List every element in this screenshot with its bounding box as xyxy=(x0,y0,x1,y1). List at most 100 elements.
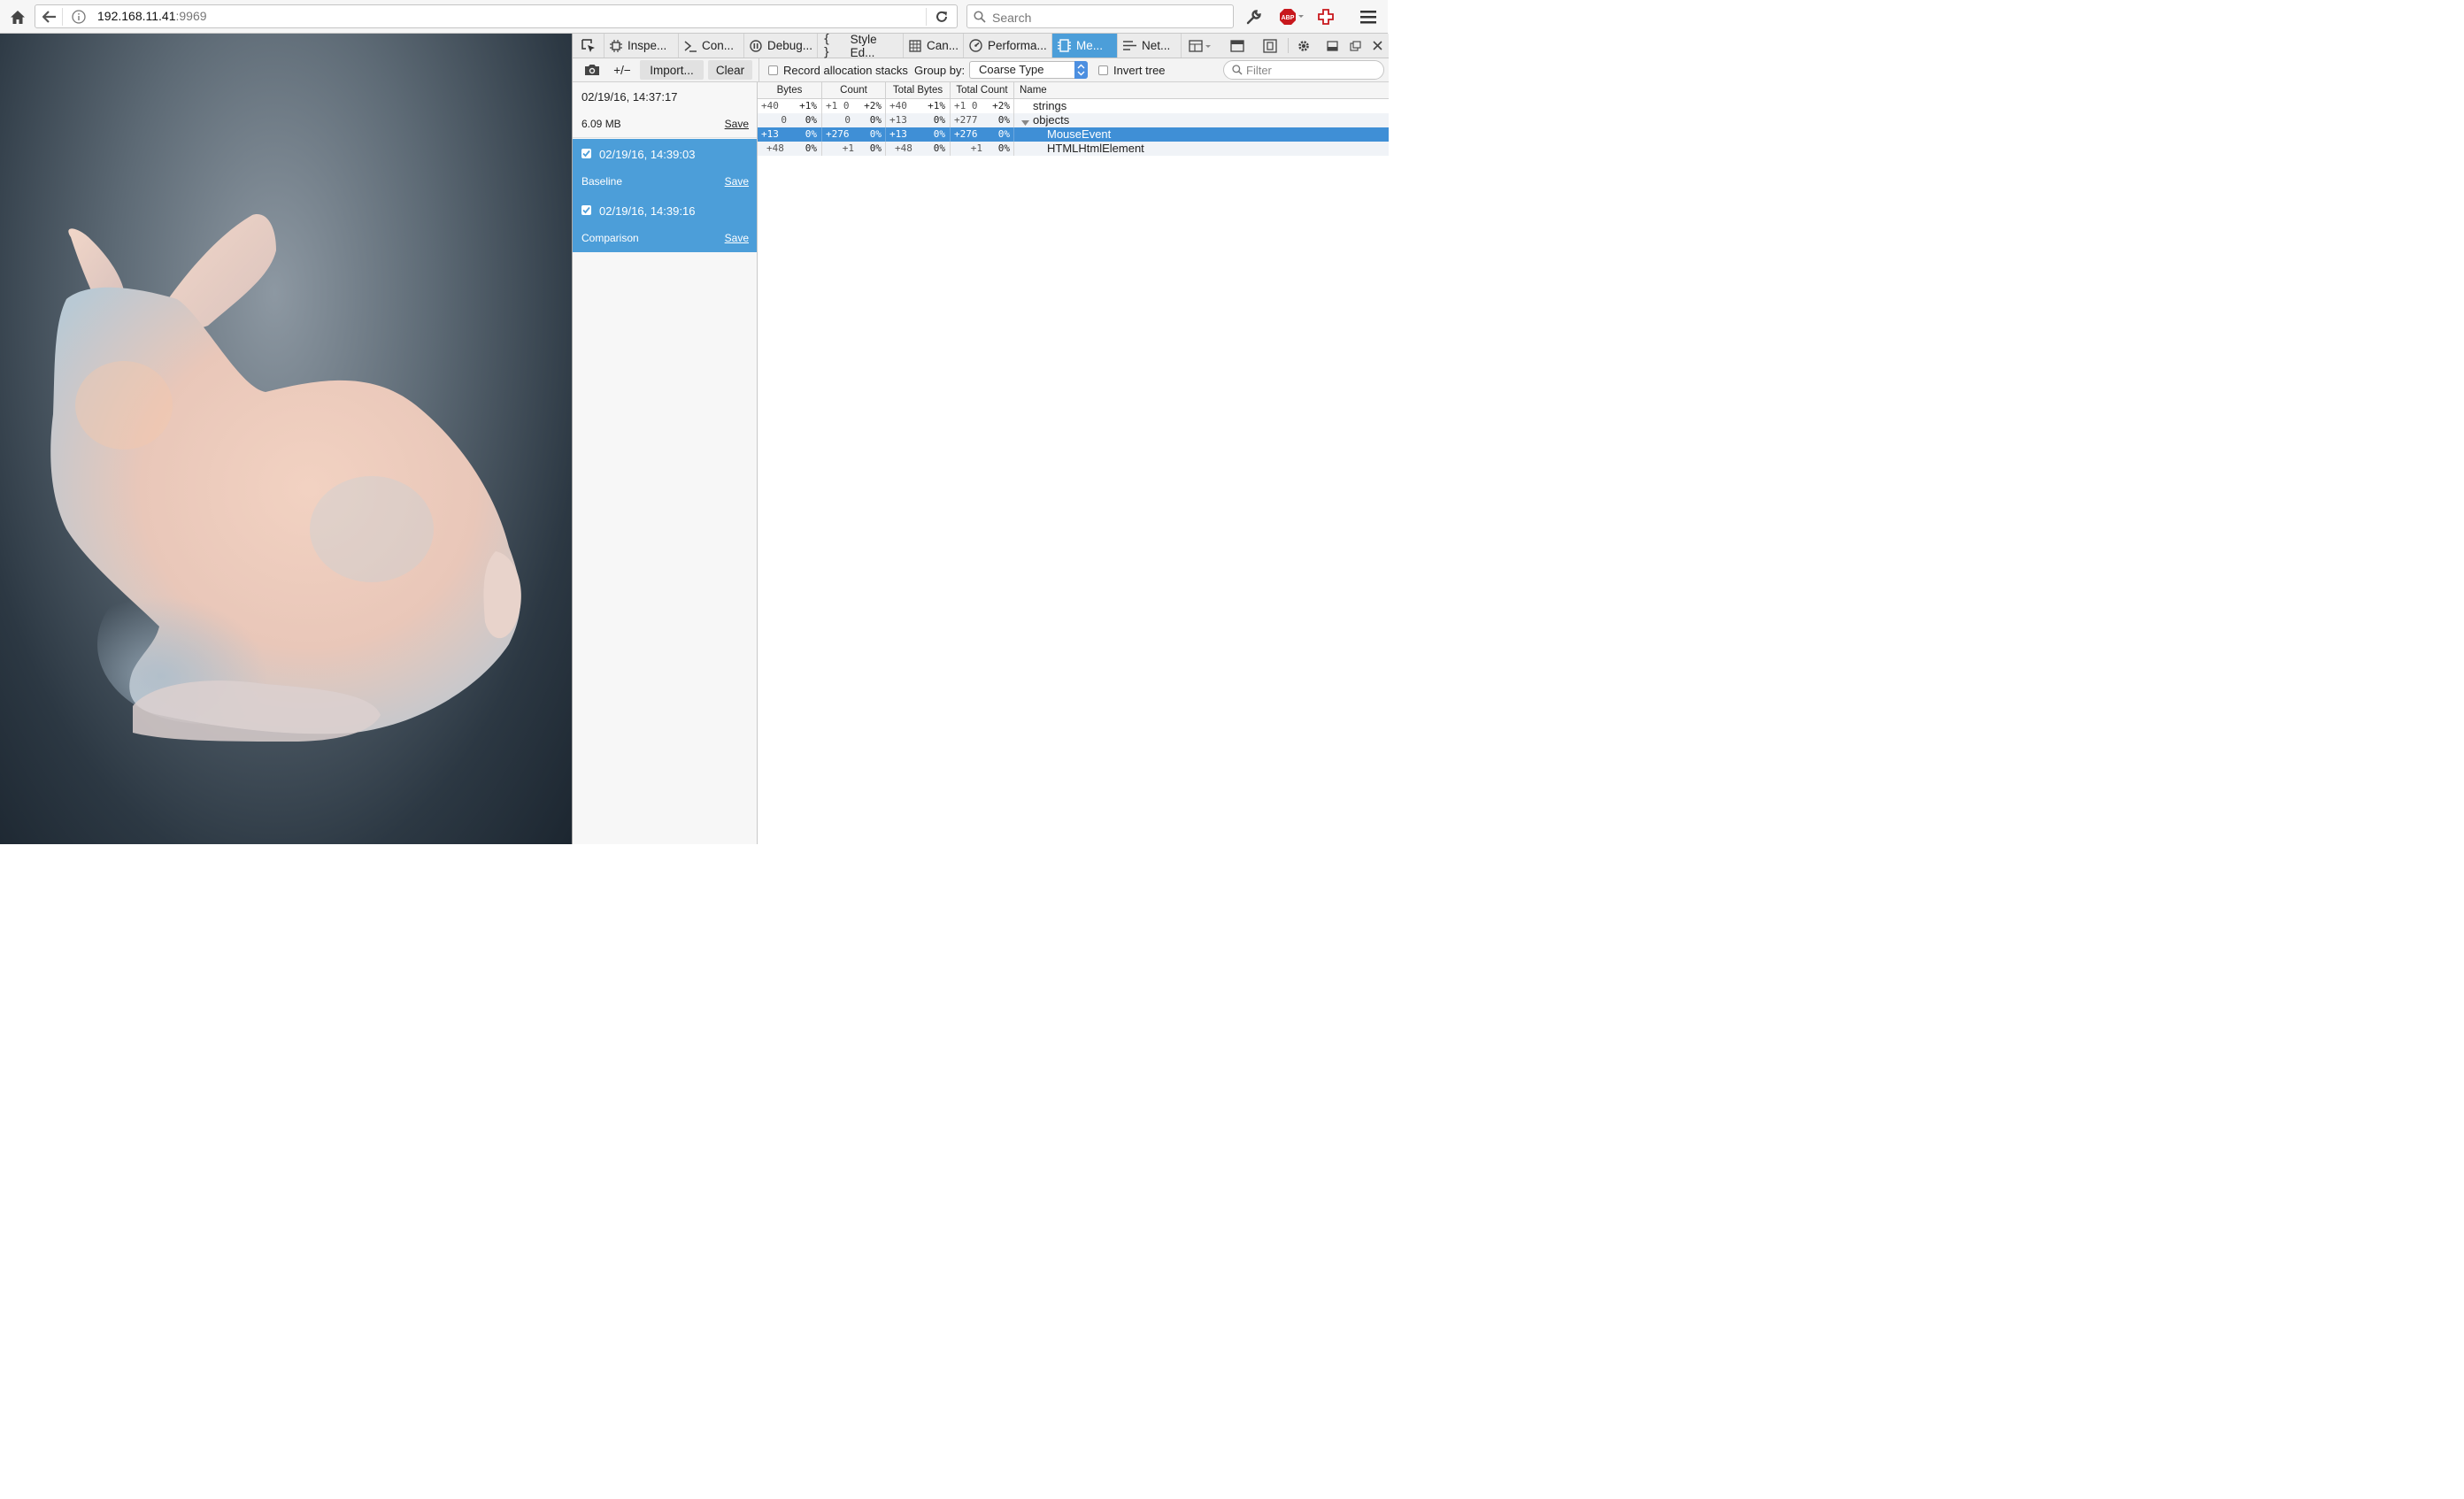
canvas-icon xyxy=(909,39,921,52)
wrench-icon[interactable] xyxy=(1243,5,1266,28)
frames-dropdown[interactable] xyxy=(1182,34,1217,58)
diff-snapshots-button[interactable]: +/− xyxy=(610,60,635,80)
cell-count: 0 xyxy=(844,114,851,126)
tab-debugger[interactable]: Debug... xyxy=(744,34,818,58)
snapshot-save-link[interactable]: Save xyxy=(725,118,749,130)
column-header-total-count[interactable]: Total Count xyxy=(951,82,1014,98)
search-bar[interactable]: Search xyxy=(966,4,1234,28)
back-icon[interactable] xyxy=(39,5,60,28)
site-info-icon[interactable] xyxy=(69,5,89,28)
snapshot-checkbox[interactable] xyxy=(581,149,591,158)
settings-gear-icon[interactable] xyxy=(1291,34,1318,58)
group-by-value: Coarse Type xyxy=(979,63,1044,76)
census-row[interactable]: +48 0% +1 0% +48 0% +1 0% HTMLHtmlElement xyxy=(758,142,1389,156)
cell-total-count-pct: 0% xyxy=(997,128,1010,140)
node-name: HTMLHtmlElement xyxy=(1047,142,1144,155)
tab-console[interactable]: Con... xyxy=(679,34,744,58)
cell-count-pct: 0% xyxy=(869,128,882,140)
tab-performance[interactable]: Performa... xyxy=(964,34,1052,58)
census-row[interactable]: 0 0% 0 0% +13 0% +277 0% objects xyxy=(758,113,1389,127)
cell-total-bytes: +13 xyxy=(889,114,907,126)
group-by-select[interactable]: Coarse Type xyxy=(969,61,1088,79)
memory-icon xyxy=(1058,39,1071,52)
cell-total-count: +1 xyxy=(970,142,982,154)
snapshot-item[interactable]: 02/19/16, 14:37:17 6.09 MB Save xyxy=(573,82,757,138)
adblock-icon[interactable]: ABP xyxy=(1275,5,1307,28)
split-console-icon[interactable] xyxy=(1225,34,1251,58)
style-editor-icon: { } xyxy=(823,32,830,59)
menu-icon[interactable] xyxy=(1357,5,1380,28)
snapshot-checkbox[interactable] xyxy=(581,205,591,215)
census-row[interactable]: +40 +1% +1 0 +2% +40 +1% +1 0 +2% strings xyxy=(758,99,1389,113)
cell-bytes-pct: 0% xyxy=(805,114,817,126)
cell-bytes: +48 xyxy=(766,142,784,154)
record-allocation-stacks-label: Record allocation stacks xyxy=(783,64,908,77)
cell-bytes-pct: 0% xyxy=(805,128,817,140)
cell-total-count-pct: 0% xyxy=(997,142,1010,154)
snapshot-item-comparison[interactable]: 02/19/16, 14:39:16 Comparison Save xyxy=(573,196,757,252)
tab-memory[interactable]: Me... xyxy=(1052,34,1118,58)
snapshot-save-link[interactable]: Save xyxy=(725,232,749,244)
url-text: 192.168.11.41:9969 xyxy=(97,9,207,23)
column-header-bytes[interactable]: Bytes xyxy=(758,82,822,98)
census-header: Bytes Count Total Bytes Total Count Name xyxy=(758,82,1389,99)
cell-count: +1 0 xyxy=(826,100,850,111)
census-row[interactable]: +13 0% +276 0% +13 0% +276 0% MouseEvent xyxy=(758,127,1389,142)
firstaid-icon[interactable] xyxy=(1315,5,1336,28)
cell-bytes-pct: 0% xyxy=(805,142,817,154)
cell-total-count-pct: +2% xyxy=(992,100,1010,111)
snapshot-item-baseline[interactable]: 02/19/16, 14:39:03 Baseline Save xyxy=(573,139,757,196)
cell-total-bytes: +13 xyxy=(889,128,907,140)
tab-style-editor[interactable]: { } Style Ed... xyxy=(818,32,904,59)
tab-network[interactable]: Net... xyxy=(1118,34,1182,58)
performance-icon xyxy=(969,39,982,52)
invert-tree-label: Invert tree xyxy=(1113,64,1166,77)
home-icon[interactable] xyxy=(6,5,29,28)
snapshot-date: 02/19/16, 14:39:16 xyxy=(599,204,696,218)
debugger-icon xyxy=(750,39,762,52)
cell-total-count: +1 0 xyxy=(954,100,978,111)
cell-count-pct: +2% xyxy=(864,100,882,111)
column-header-name[interactable]: Name xyxy=(1014,82,1389,98)
undock-window-icon[interactable] xyxy=(1344,34,1367,58)
take-snapshot-button[interactable] xyxy=(580,60,604,80)
snapshot-label: Baseline xyxy=(581,175,623,188)
snapshot-save-link[interactable]: Save xyxy=(725,175,749,188)
group-by-label: Group by: xyxy=(914,64,966,77)
console-icon xyxy=(684,40,697,52)
cell-total-bytes-pct: 0% xyxy=(933,114,945,126)
responsive-mode-icon[interactable] xyxy=(1258,34,1284,58)
search-placeholder: Search xyxy=(992,11,1032,25)
clear-button[interactable]: Clear xyxy=(708,60,752,80)
webgl-canvas[interactable] xyxy=(0,34,572,844)
inspector-icon xyxy=(610,39,622,52)
cell-total-bytes-pct: +1% xyxy=(928,100,945,111)
cell-count-pct: 0% xyxy=(869,114,882,126)
snapshot-list: 02/19/16, 14:37:17 6.09 MB Save 02/19/16… xyxy=(573,82,758,844)
search-icon xyxy=(974,11,986,23)
bunny-model-image xyxy=(50,214,521,742)
invert-tree-checkbox[interactable] xyxy=(1098,65,1108,75)
tab-inspector[interactable]: Inspe... xyxy=(604,34,679,58)
column-header-count[interactable]: Count xyxy=(822,82,886,98)
cell-total-bytes: +40 xyxy=(889,100,907,111)
select-arrows-icon xyxy=(1074,61,1088,79)
snapshot-date: 02/19/16, 14:37:17 xyxy=(581,90,678,104)
pick-element-icon[interactable] xyxy=(573,34,604,58)
import-button[interactable]: Import... xyxy=(640,60,704,80)
svg-text:ABP: ABP xyxy=(1282,15,1295,21)
frame-select-icon xyxy=(1189,39,1211,52)
cell-count: +276 xyxy=(826,128,850,140)
cell-total-bytes-pct: 0% xyxy=(933,128,945,140)
filter-input[interactable]: Filter xyxy=(1223,60,1384,80)
reload-icon[interactable] xyxy=(931,5,952,28)
dock-bottom-icon[interactable] xyxy=(1321,34,1344,58)
cell-bytes: 0 xyxy=(781,114,787,126)
tab-canvas[interactable]: Can... xyxy=(904,34,964,58)
close-devtools-icon[interactable] xyxy=(1367,34,1389,58)
column-header-total-bytes[interactable]: Total Bytes xyxy=(886,82,951,98)
record-allocation-stacks-checkbox[interactable] xyxy=(768,65,778,75)
census-tree: Bytes Count Total Bytes Total Count Name… xyxy=(758,82,1389,844)
devtools-tab-strip: Inspe... Con... Debug... { } Style Ed...… xyxy=(573,32,1389,59)
cell-bytes: +13 xyxy=(761,128,779,140)
